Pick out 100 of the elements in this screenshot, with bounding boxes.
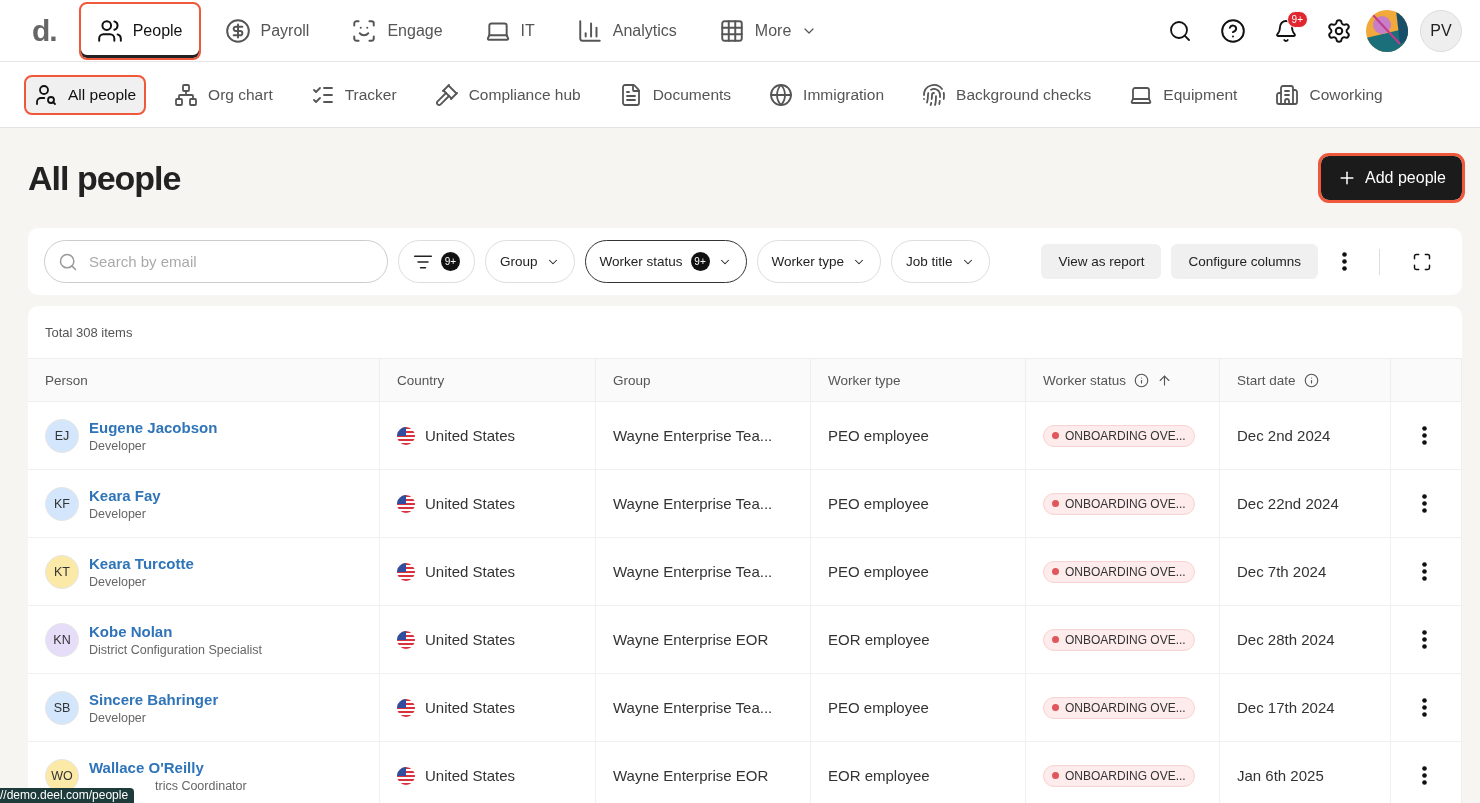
nav-tab[interactable]: People xyxy=(78,1,201,60)
worker-type-text: PEO employee xyxy=(828,495,929,512)
fullscreen-icon xyxy=(1412,251,1432,272)
more-icon xyxy=(1422,698,1427,717)
filter-dropdown[interactable]: Worker status 9+ xyxy=(584,240,747,283)
status-badge: ONBOARDING OVE... xyxy=(1043,696,1195,719)
row-menu-button[interactable] xyxy=(1422,494,1427,513)
subnav-tab[interactable]: Org chart xyxy=(164,74,283,115)
status-badge: ONBOARDING OVE... xyxy=(1043,424,1195,447)
status-badge: ONBOARDING OVE... xyxy=(1043,628,1195,651)
nav-tab[interactable]: Payroll xyxy=(206,1,328,60)
avatar: KT xyxy=(45,554,79,589)
more-options-button[interactable] xyxy=(1342,252,1347,271)
column-header[interactable]: Country xyxy=(380,359,596,402)
avatar: KF xyxy=(45,486,79,521)
grid-icon xyxy=(718,17,745,44)
worker-type-text: PEO employee xyxy=(828,699,929,716)
row-menu-button[interactable] xyxy=(1422,630,1427,649)
group-text: Wayne Enterprise EOR xyxy=(613,767,769,784)
column-header[interactable]: Person xyxy=(28,359,380,402)
column-header[interactable]: Group xyxy=(596,359,811,402)
country-text: United States xyxy=(425,495,516,512)
country-text: United States xyxy=(425,631,516,648)
more-icon xyxy=(1422,630,1427,649)
toolbar-button[interactable]: View as report xyxy=(1041,244,1162,279)
subnav-tab[interactable]: All people xyxy=(24,74,147,115)
subnav-tab[interactable]: Immigration xyxy=(759,74,895,115)
flag-icon xyxy=(397,766,415,785)
nav-tab[interactable]: More xyxy=(700,1,836,60)
start-date-text: Dec 2nd 2024 xyxy=(1237,427,1331,444)
flag-icon xyxy=(397,426,415,445)
country-text: United States xyxy=(425,699,516,716)
subnav-tab[interactable]: Compliance hub xyxy=(424,74,591,115)
flag-icon xyxy=(397,698,415,717)
subnav-tab[interactable]: Documents xyxy=(608,74,742,115)
more-icon xyxy=(1422,494,1427,513)
subnav-tab[interactable]: Equipment xyxy=(1119,74,1248,115)
row-menu-button[interactable] xyxy=(1422,562,1427,581)
status-badge: ONBOARDING OVE... xyxy=(1043,560,1195,583)
worker-type-text: EOR employee xyxy=(828,767,930,784)
group-text: Wayne Enterprise Tea... xyxy=(613,699,773,716)
column-header[interactable]: Worker type xyxy=(811,359,1026,402)
person-name-link[interactable]: Keara Fay xyxy=(89,486,161,504)
person-name-link[interactable]: Keara Turcotte xyxy=(89,554,194,572)
settings-button[interactable] xyxy=(1326,17,1352,44)
subnav-tab[interactable]: Tracker xyxy=(300,74,407,115)
info-icon xyxy=(1303,372,1319,388)
worker-type-text: PEO employee xyxy=(828,563,929,580)
job-title: trics Coordinator xyxy=(154,778,247,793)
page-title: All people xyxy=(28,158,181,198)
group-text: Wayne Enterprise Tea... xyxy=(613,427,773,444)
people-icon xyxy=(96,17,123,44)
help-button[interactable] xyxy=(1220,17,1246,44)
add-people-button[interactable]: Add people xyxy=(1321,156,1462,200)
subnav-tab[interactable]: Coworking xyxy=(1265,74,1393,115)
group-text: Wayne Enterprise Tea... xyxy=(613,563,773,580)
row-menu-button[interactable] xyxy=(1422,698,1427,717)
subnav-tab[interactable]: Background checks xyxy=(912,74,1102,115)
start-date-text: Dec 28th 2024 xyxy=(1237,631,1335,648)
fullscreen-button[interactable] xyxy=(1412,251,1432,272)
nav-tab[interactable]: IT xyxy=(466,1,553,60)
filter-dropdown[interactable]: Job title xyxy=(891,240,990,283)
status-badge: ONBOARDING OVE... xyxy=(1043,764,1195,787)
status-badge: ONBOARDING OVE... xyxy=(1043,492,1195,515)
worker-type-text: PEO employee xyxy=(828,427,929,444)
filter-dropdown[interactable]: Worker type xyxy=(756,240,882,283)
org-chart-icon xyxy=(174,82,199,107)
person-name-link[interactable]: Kobe Nolan xyxy=(89,622,262,640)
start-date-text: Dec 17th 2024 xyxy=(1237,699,1335,716)
filter-button[interactable]: 9+ xyxy=(398,240,475,283)
country-text: United States xyxy=(425,427,516,444)
link-preview: //demo.deel.com/people xyxy=(0,788,135,803)
search-field[interactable]: Search by email xyxy=(44,240,388,283)
search-button[interactable] xyxy=(1168,18,1192,43)
job-title: District Configuration Specialist xyxy=(89,642,262,657)
row-menu-button[interactable] xyxy=(1422,766,1427,785)
filter-count-badge: 9+ xyxy=(690,252,710,271)
user-search-icon xyxy=(34,82,58,107)
group-text: Wayne Enterprise Tea... xyxy=(613,495,773,512)
row-menu-button[interactable] xyxy=(1422,426,1427,445)
nav-tab[interactable]: Analytics xyxy=(558,1,695,60)
person-name-link[interactable]: Sincere Bahringer xyxy=(89,690,219,708)
user-avatar[interactable]: PV xyxy=(1420,9,1462,52)
nav-tab[interactable]: Engage xyxy=(333,1,461,60)
notifications-button[interactable]: 9+ xyxy=(1274,10,1308,43)
person-name-link[interactable]: Eugene Jacobson xyxy=(89,418,218,436)
more-icon xyxy=(1422,766,1427,785)
avatar: KN xyxy=(45,622,79,657)
logo[interactable]: d. xyxy=(32,13,57,48)
person-name-link[interactable]: Wallace O'Reilly xyxy=(89,758,247,776)
column-header[interactable]: Start date xyxy=(1220,359,1391,402)
country-text: United States xyxy=(425,563,516,580)
search-icon xyxy=(58,252,78,272)
toolbar-button[interactable]: Configure columns xyxy=(1171,244,1318,279)
filter-dropdown[interactable]: Group xyxy=(485,240,575,283)
search-icon xyxy=(1168,18,1192,43)
start-date-text: Jan 6th 2025 xyxy=(1237,767,1324,784)
notification-badge: 9+ xyxy=(1286,10,1308,28)
column-header[interactable]: Worker status xyxy=(1026,359,1220,402)
group-text: Wayne Enterprise EOR xyxy=(613,631,769,648)
